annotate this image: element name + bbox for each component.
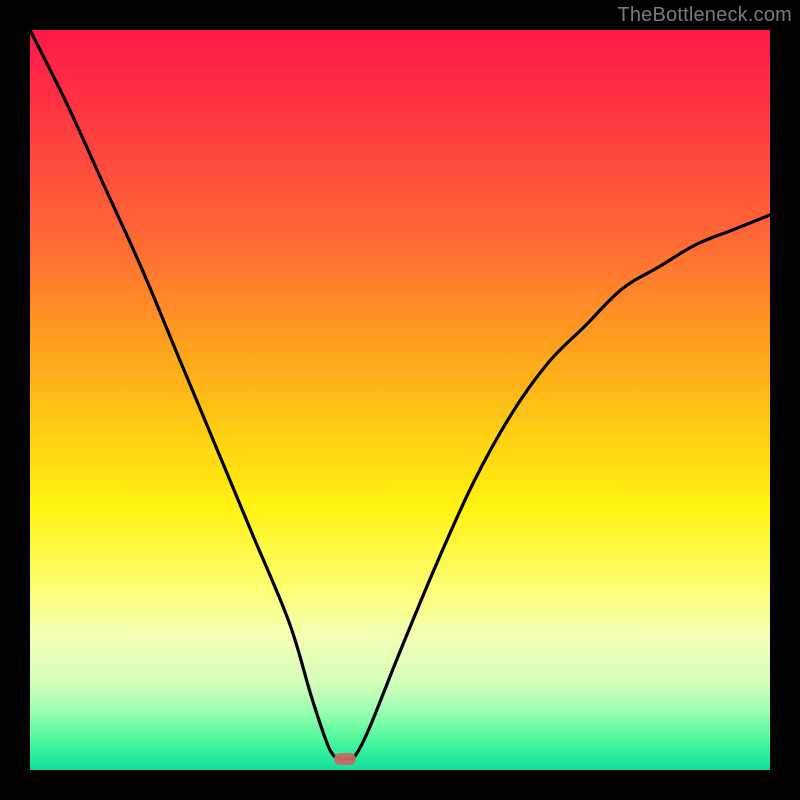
optimal-point-marker — [334, 753, 356, 765]
bottleneck-curve — [30, 30, 770, 770]
watermark-text: TheBottleneck.com — [617, 4, 792, 27]
chart-frame: TheBottleneck.com — [0, 0, 800, 800]
plot-area — [30, 30, 770, 770]
